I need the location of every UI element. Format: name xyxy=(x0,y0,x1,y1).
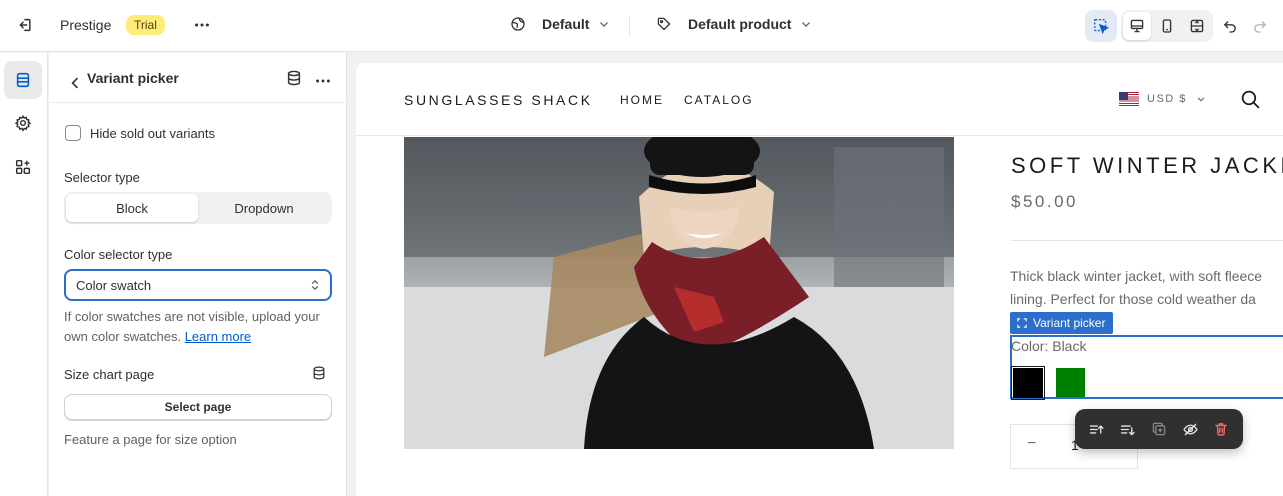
dynamic-source-button[interactable] xyxy=(285,69,303,92)
product-description: Thick black winter jacket, with soft fle… xyxy=(1010,265,1283,311)
template-selector-label: Default product xyxy=(688,16,792,32)
redo-button[interactable] xyxy=(1246,12,1274,40)
size-chart-label: Size chart page xyxy=(64,367,155,382)
duplicate-button[interactable] xyxy=(1145,415,1172,443)
desktop-icon xyxy=(1130,19,1144,33)
fullscreen-icon xyxy=(1190,19,1204,33)
move-up-icon xyxy=(1089,424,1104,434)
delete-button[interactable] xyxy=(1208,415,1235,443)
theme-selector-label: Default xyxy=(542,16,590,32)
panel-more-button[interactable] xyxy=(309,67,337,95)
panel-title: Variant picker xyxy=(87,70,179,86)
full-width-view-button[interactable] xyxy=(1183,12,1211,40)
more-horizontal-icon xyxy=(316,79,330,83)
theme-settings-button[interactable] xyxy=(4,104,42,142)
store-name: Prestige xyxy=(60,17,112,33)
selector-option-block[interactable]: Block xyxy=(66,194,198,222)
store-header: SUNGLASSES SHACK HOME CATALOG USD $ xyxy=(356,63,1283,136)
selector-option-dropdown[interactable]: Dropdown xyxy=(198,194,330,222)
block-toolbar xyxy=(1075,409,1243,449)
select-chevron-icon xyxy=(311,279,319,291)
nav-home[interactable]: HOME xyxy=(620,93,664,107)
sections-button[interactable] xyxy=(4,61,42,99)
quantity-minus[interactable]: − xyxy=(1027,435,1036,453)
top-bar: Prestige Trial Default Default product xyxy=(0,0,1283,52)
search-icon xyxy=(1241,90,1260,109)
desktop-view-button[interactable] xyxy=(1123,12,1151,40)
undo-icon xyxy=(1223,21,1236,33)
product-image xyxy=(404,137,954,449)
size-chart-help: Feature a page for size option xyxy=(64,432,237,447)
mobile-icon xyxy=(1162,19,1172,33)
apps-icon xyxy=(15,159,31,175)
database-icon xyxy=(287,70,301,86)
product-price: $50.00 xyxy=(1011,192,1078,211)
tag-icon xyxy=(657,17,671,31)
database-icon xyxy=(313,366,325,380)
price-divider xyxy=(1011,240,1283,241)
color-selector-type-label: Color selector type xyxy=(64,247,173,262)
chevron-left-icon xyxy=(71,77,78,89)
currency-label: USD $ xyxy=(1147,93,1187,105)
block-select-icon xyxy=(1017,318,1027,328)
trash-icon xyxy=(1215,423,1228,436)
selector-type-label: Selector type xyxy=(64,170,140,185)
us-flag-icon xyxy=(1119,92,1139,106)
view-controls xyxy=(1085,10,1213,42)
currency-selector[interactable]: USD $ xyxy=(1119,92,1207,106)
inspector-toggle[interactable] xyxy=(1085,10,1117,42)
chevron-down-icon xyxy=(802,22,811,27)
store-logo-text[interactable]: SUNGLASSES SHACK xyxy=(404,92,593,108)
product-title: SOFT WINTER JACKET xyxy=(1011,153,1283,178)
hide-sold-out-label: Hide sold out variants xyxy=(90,126,216,141)
redo-icon xyxy=(1254,21,1267,33)
mobile-view-button[interactable] xyxy=(1153,12,1181,40)
search-button[interactable] xyxy=(1240,89,1261,115)
left-rail xyxy=(0,53,48,496)
divider xyxy=(629,16,630,36)
eye-slash-icon xyxy=(1183,423,1198,435)
hide-sold-out-checkbox[interactable] xyxy=(65,125,81,141)
apps-button[interactable] xyxy=(4,148,42,186)
settings-panel: Variant picker Hide sold out variants Se… xyxy=(49,53,347,496)
sections-icon xyxy=(16,72,30,88)
selector-type-segmented: Block Dropdown xyxy=(64,192,332,224)
size-chart-source-button[interactable] xyxy=(311,365,327,386)
color-selector-type-select[interactable]: Color swatch xyxy=(64,269,332,301)
chevron-down-icon xyxy=(1197,97,1205,102)
hide-button[interactable] xyxy=(1177,415,1204,443)
move-up-button[interactable] xyxy=(1083,415,1110,443)
learn-more-link[interactable]: Learn more xyxy=(185,329,251,344)
chevron-down-icon xyxy=(600,22,609,27)
description-line: Thick black winter jacket, with soft fle… xyxy=(1010,268,1263,284)
color-swatch-help: If color swatches are not visible, uploa… xyxy=(64,307,334,347)
trial-badge: Trial xyxy=(126,15,165,35)
nav-catalog[interactable]: CATALOG xyxy=(684,93,754,107)
gear-icon xyxy=(14,114,32,132)
selected-block-tag[interactable]: Variant picker xyxy=(1010,312,1114,334)
more-actions-icon[interactable] xyxy=(188,11,216,39)
select-value: Color swatch xyxy=(76,278,152,293)
globe-icon xyxy=(511,17,525,31)
description-line: lining. Perfect for those cold weather d… xyxy=(1010,291,1256,307)
select-page-button[interactable]: Select page xyxy=(64,394,332,420)
swatch-green[interactable] xyxy=(1056,368,1085,397)
color-option-label: Color: Black xyxy=(1011,338,1087,354)
undo-button[interactable] xyxy=(1216,12,1244,40)
template-selector[interactable]: Default product xyxy=(656,16,813,32)
duplicate-icon xyxy=(1152,422,1166,436)
device-toggle xyxy=(1121,10,1213,42)
move-down-icon xyxy=(1121,424,1135,436)
swatch-black[interactable] xyxy=(1011,366,1045,400)
selected-block-label: Variant picker xyxy=(1033,316,1106,330)
move-down-button[interactable] xyxy=(1114,415,1141,443)
exit-icon[interactable] xyxy=(10,11,38,39)
theme-selector[interactable]: Default xyxy=(510,16,611,32)
cursor-select-icon xyxy=(1093,18,1110,35)
back-button[interactable] xyxy=(61,69,89,97)
panel-header: Variant picker xyxy=(49,53,347,103)
